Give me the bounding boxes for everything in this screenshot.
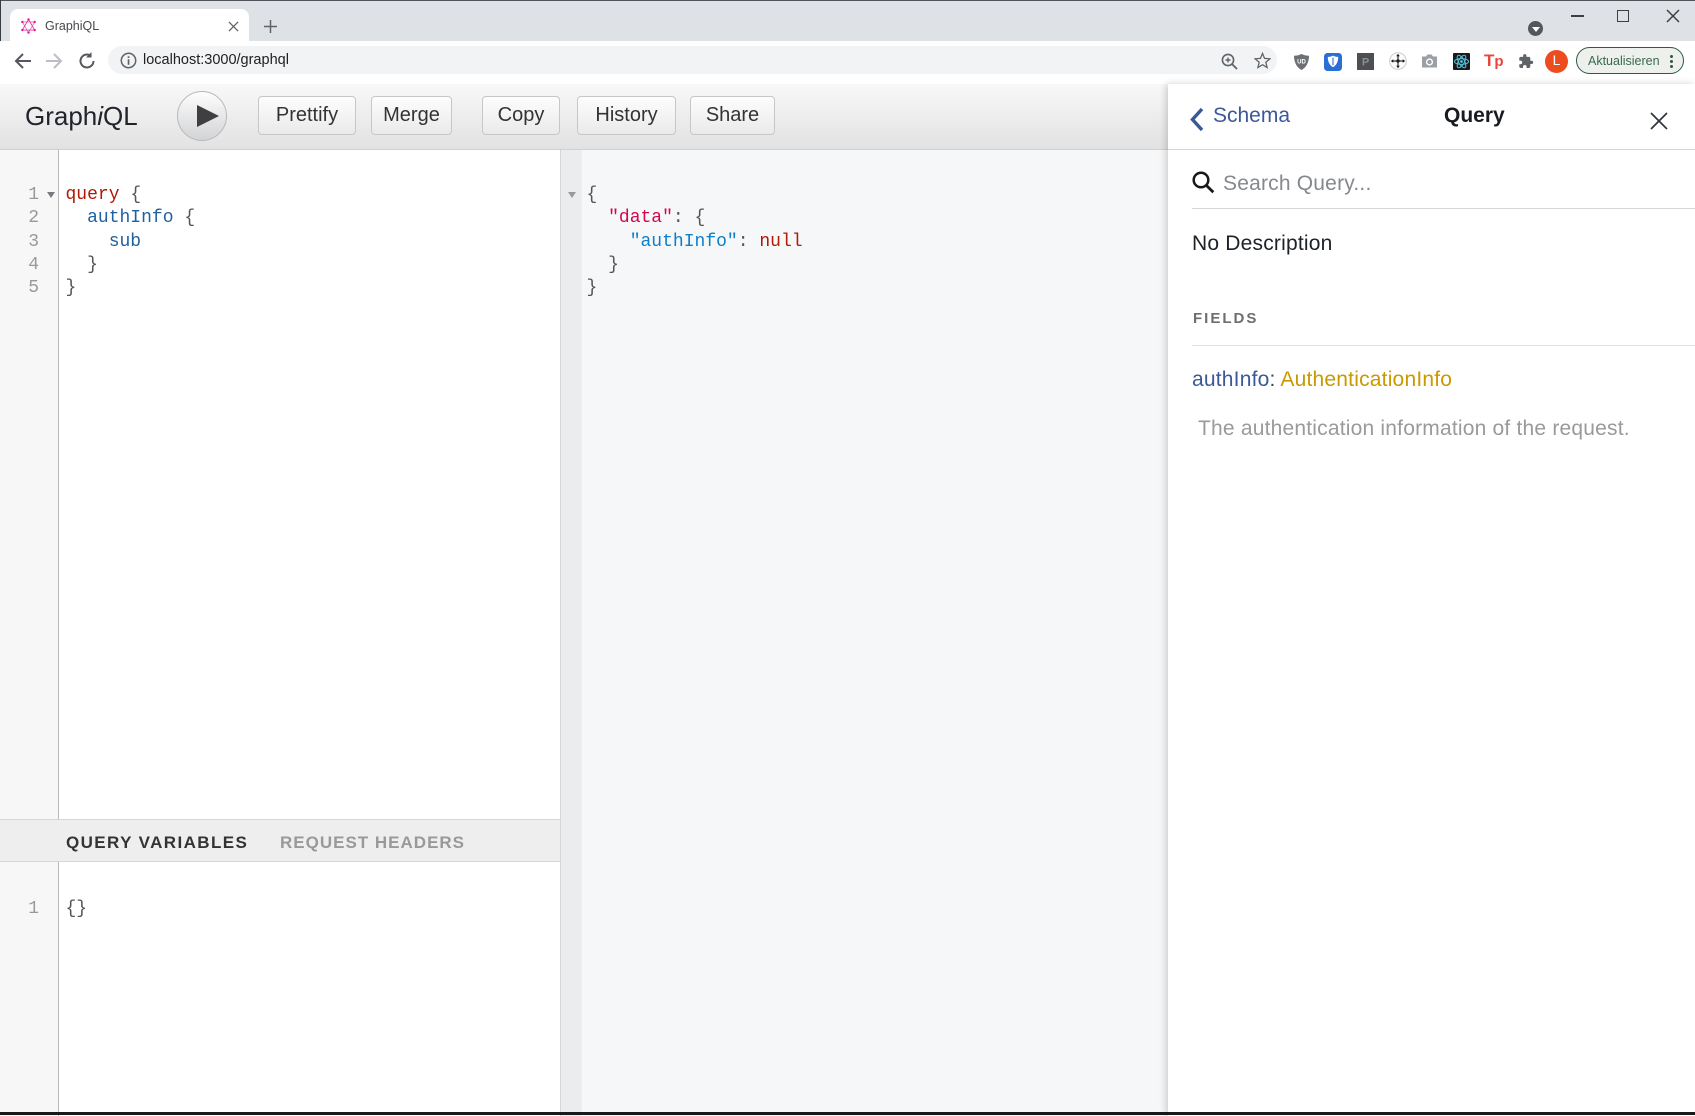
svg-text:P: P [1362, 57, 1369, 69]
svg-text:UD: UD [1297, 60, 1306, 66]
